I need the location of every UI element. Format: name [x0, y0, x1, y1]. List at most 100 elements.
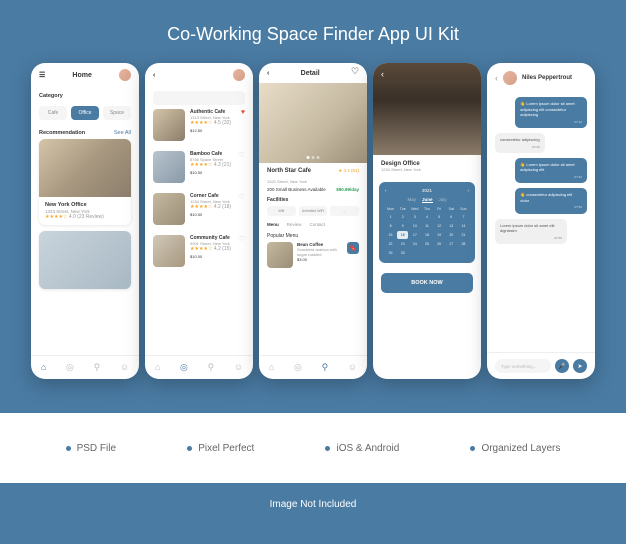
cal-next-icon[interactable]: ›	[467, 188, 469, 193]
cal-day[interactable]: 18	[421, 231, 432, 239]
send-icon[interactable]: ➤	[573, 359, 587, 373]
favorite-icon[interactable]: ♡	[239, 235, 245, 267]
favorite-icon[interactable]: ♡	[239, 193, 245, 225]
recommendation-card[interactable]: New York Office 1323 Street, New York ★★…	[39, 139, 131, 225]
list-item[interactable]: Corner Cafe1234 Street, New York★★★★☆ 4.…	[153, 193, 245, 230]
cat-cafe[interactable]: Cafe	[39, 106, 67, 120]
mic-icon[interactable]: 🎤	[555, 359, 569, 373]
list-item[interactable]: Bamboo Cafe8766 Space Street★★★★☆ 4.3 (2…	[153, 151, 245, 188]
detail-title: Detail	[301, 70, 320, 77]
favorite-icon[interactable]	[351, 69, 359, 77]
bookmark-icon[interactable]: 🔖	[347, 242, 359, 254]
phone-mockups: ☰ Home Category Cafe Office Space Recomm…	[0, 63, 626, 379]
recommendation-card[interactable]	[39, 231, 131, 289]
page-title: Co-Working Space Finder App UI Kit	[0, 0, 626, 63]
chat-message: 👋 consectetur adipiscing elit dolor07:52	[515, 188, 587, 213]
tab-location-icon[interactable]: ◎	[180, 362, 188, 373]
cal-day[interactable]: 15	[385, 231, 396, 239]
favorite-icon[interactable]: ♥	[241, 109, 245, 141]
cal-day[interactable]: 24	[409, 240, 420, 248]
tab-home-icon[interactable]: ⌂	[155, 362, 160, 373]
cal-weekday: Mon	[385, 207, 396, 211]
cat-office[interactable]: Office	[71, 106, 99, 120]
cal-day[interactable]: 9	[397, 222, 408, 230]
cal-month[interactable]: May	[407, 197, 416, 203]
cal-day[interactable]: 1	[385, 213, 396, 221]
feature-item: Pixel Perfect	[187, 443, 254, 454]
screen-chat: ‹ Niles Peppertrout 👋 Lorem ipsum dolor …	[487, 63, 595, 379]
cal-day[interactable]: 21	[458, 231, 469, 239]
cal-day[interactable]: 17	[409, 231, 420, 239]
place-rating: ★ 4.4 (61)	[338, 168, 359, 174]
tab-home-icon[interactable]: ⌂	[269, 362, 274, 373]
cal-day[interactable]: 3	[409, 213, 420, 221]
back-icon[interactable]: ‹	[381, 69, 384, 79]
message-input[interactable]: Type something...	[495, 359, 551, 373]
list-item-rating: ★★★★☆ 4.5 (32)	[190, 120, 236, 126]
cal-day[interactable]: 29	[385, 249, 396, 257]
cal-day[interactable]: 8	[385, 222, 396, 230]
back-icon[interactable]: ‹	[495, 73, 498, 83]
cal-weekday: Fri	[434, 207, 445, 211]
tab-contact[interactable]: Contact	[310, 222, 326, 227]
message-text: consectetur adipiscing	[500, 137, 540, 142]
cal-weekday: Sat	[446, 207, 457, 211]
tab-location-icon[interactable]: ◎	[66, 362, 74, 373]
cal-day[interactable]: 4	[421, 213, 432, 221]
cal-month[interactable]: June	[422, 197, 433, 203]
facility-chip: Unlimited WiFi	[299, 206, 328, 216]
chat-avatar[interactable]	[503, 71, 517, 85]
cal-day[interactable]: 7	[458, 213, 469, 221]
tab-profile-icon[interactable]: ☺	[120, 362, 129, 373]
tab-profile-icon[interactable]: ☺	[234, 362, 243, 373]
cal-day[interactable]: 5	[434, 213, 445, 221]
cal-day[interactable]: 13	[446, 222, 457, 230]
tab-search-icon[interactable]: ⚲	[94, 362, 101, 373]
cal-prev-icon[interactable]: ‹	[385, 188, 387, 193]
back-icon[interactable]: ‹	[153, 72, 155, 79]
tab-profile-icon[interactable]: ☺	[348, 362, 357, 373]
see-all-link[interactable]: See All	[114, 130, 131, 136]
cal-day[interactable]: 27	[446, 240, 457, 248]
cal-day[interactable]: 22	[385, 240, 396, 248]
cal-month[interactable]: July	[439, 197, 447, 203]
cal-weekday: Tue	[397, 207, 408, 211]
search-input[interactable]	[153, 91, 245, 105]
menu-icon[interactable]: ☰	[39, 71, 45, 79]
avatar[interactable]	[119, 69, 131, 81]
tabbar: ⌂ ◎ ⚲ ☺	[145, 355, 253, 379]
cal-day[interactable]: 16	[397, 231, 408, 239]
menu-item[interactable]: Bean Coffee Sumatera arabica with sugar …	[267, 242, 359, 268]
back-icon[interactable]: ‹	[267, 70, 269, 77]
caption: Image Not Included	[0, 499, 626, 510]
tab-search-icon[interactable]: ⚲	[208, 362, 215, 373]
cal-day[interactable]: 12	[434, 222, 445, 230]
tab-location-icon[interactable]: ◎	[294, 362, 302, 373]
cal-day[interactable]: 10	[409, 222, 420, 230]
favorite-icon[interactable]: ♡	[239, 151, 245, 183]
cal-day[interactable]: 26	[434, 240, 445, 248]
cal-day[interactable]: 25	[421, 240, 432, 248]
cal-day[interactable]: 23	[397, 240, 408, 248]
cal-day[interactable]: 2	[397, 213, 408, 221]
cal-day[interactable]: 20	[446, 231, 457, 239]
list-item[interactable]: Community Cafe9901 Street, New York★★★★☆…	[153, 235, 245, 272]
cal-day[interactable]: 30	[397, 249, 408, 257]
cal-day[interactable]: 14	[458, 222, 469, 230]
calendar[interactable]: ‹ 2021 › May June July MonTueWedThuFriSa…	[379, 182, 475, 263]
facilities-label: Facilities	[267, 197, 359, 203]
book-now-button[interactable]: BOOK NOW	[381, 273, 473, 293]
cal-day[interactable]: 11	[421, 222, 432, 230]
chat-name: Niles Peppertrout	[522, 75, 572, 81]
cal-day[interactable]: 6	[446, 213, 457, 221]
cat-space[interactable]: Space	[103, 106, 131, 120]
avatar[interactable]	[233, 69, 245, 81]
cal-year: 2021	[422, 188, 432, 193]
list-item[interactable]: Authentic Cafe1313 Street, New York★★★★☆…	[153, 109, 245, 146]
tab-home-icon[interactable]: ⌂	[41, 362, 46, 373]
tab-review[interactable]: Review	[287, 222, 302, 227]
cal-day[interactable]: 28	[458, 240, 469, 248]
cal-day[interactable]: 19	[434, 231, 445, 239]
tab-search-icon[interactable]: ⚲	[322, 362, 329, 373]
tab-menu[interactable]: Menu	[267, 222, 279, 227]
